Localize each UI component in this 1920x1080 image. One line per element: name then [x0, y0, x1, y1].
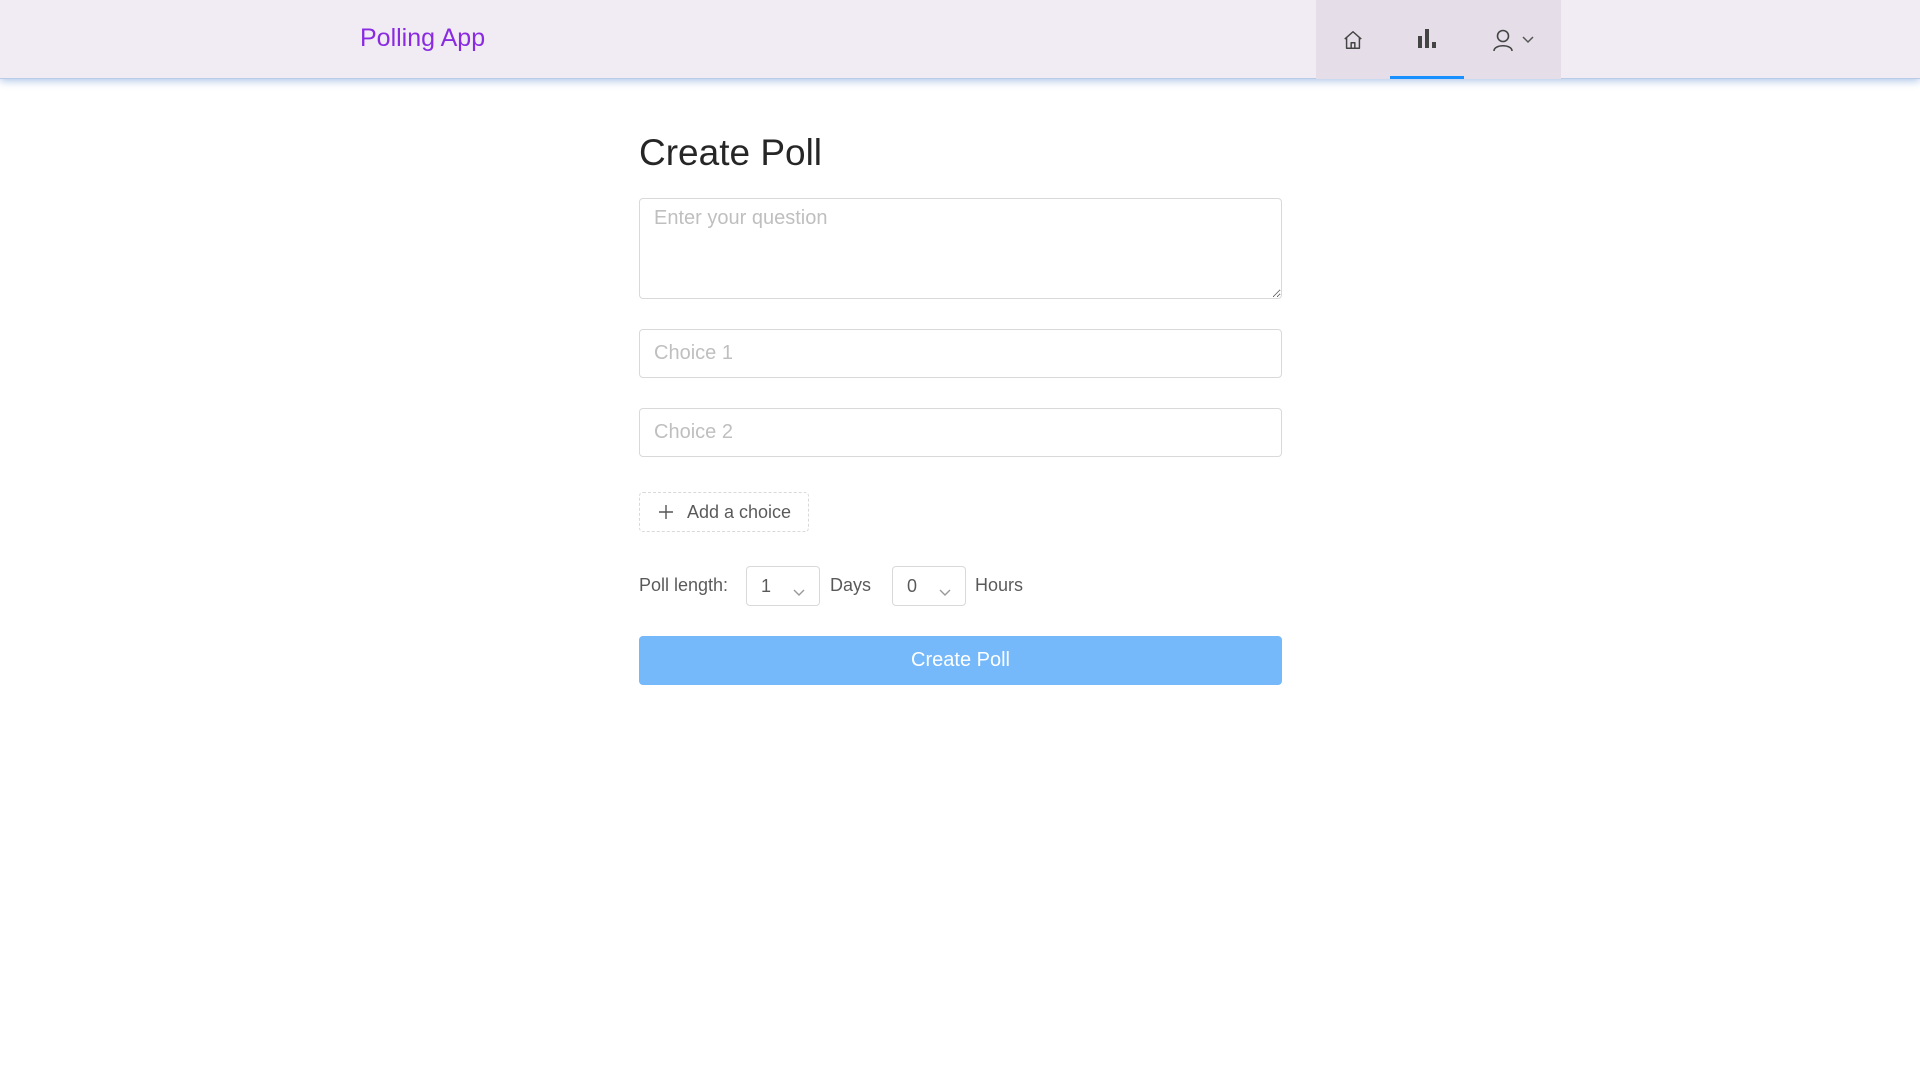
days-select-value: 1 [761, 576, 772, 596]
chevron-down-icon [793, 581, 805, 602]
hours-select[interactable]: 0 [892, 566, 966, 606]
home-icon [1342, 29, 1364, 51]
nav-item-home[interactable] [1316, 0, 1390, 79]
question-textarea[interactable] [639, 198, 1282, 299]
add-choice-button[interactable]: Add a choice [639, 492, 809, 532]
poll-length-row: Poll length: 1 Days 0 Hours [639, 566, 1282, 606]
app-brand-link[interactable]: Polling App [360, 22, 485, 54]
nav-item-profile-dropdown[interactable] [1464, 0, 1561, 79]
choice-2-input[interactable] [639, 408, 1282, 457]
bar-chart-icon [1415, 26, 1439, 50]
choice-1-input[interactable] [639, 329, 1282, 378]
app-header: Polling App [0, 0, 1920, 79]
nav-item-new-poll[interactable] [1390, 0, 1464, 79]
days-select[interactable]: 1 [746, 566, 820, 606]
chevron-down-icon [1521, 35, 1534, 44]
create-poll-button[interactable]: Create Poll [639, 636, 1282, 685]
hours-label: Hours [975, 575, 1024, 595]
main-nav [1316, 0, 1561, 79]
chevron-down-icon [939, 581, 951, 602]
days-label: Days [830, 575, 872, 595]
add-choice-label: Add a choice [687, 501, 792, 522]
page-title: Create Poll [639, 132, 823, 173]
user-icon [1492, 28, 1514, 52]
poll-length-label: Poll length: [639, 575, 729, 595]
hours-select-value: 0 [907, 576, 918, 596]
plus-icon [659, 505, 673, 519]
